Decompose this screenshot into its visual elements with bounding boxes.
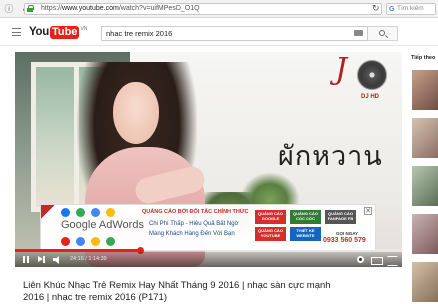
search-input[interactable]: nhac tre remix 2016: [101, 26, 368, 41]
address-bar[interactable]: https://www.youtube.com/watch?v=uifMPesD…: [24, 3, 382, 15]
up-next-sidebar: Tiếp theo: [404, 52, 438, 304]
search-query: nhac tre remix 2016: [106, 29, 173, 38]
recommended-video-thumbnail[interactable]: [412, 70, 438, 110]
play-icon: [106, 237, 115, 246]
settings-icon[interactable]: [356, 254, 365, 265]
recommended-video-thumbnail[interactable]: [412, 118, 438, 158]
up-next-label: Tiếp theo: [411, 55, 436, 61]
search-icon-handle: [384, 35, 389, 39]
pause-icon[interactable]: [23, 254, 30, 265]
ad-tile-fanpage[interactable]: QUẢNG CÁO FANPAGE FB: [325, 210, 356, 224]
close-icon[interactable]: ✕: [364, 207, 372, 215]
ad-service-icons-bottom: [61, 237, 115, 246]
video-brand-text: ผักหวาน: [278, 141, 383, 172]
youtube-icon: [61, 237, 70, 246]
google-icon: G: [389, 6, 395, 13]
ad-service-icons-top: [61, 208, 115, 217]
fullscreen-icon[interactable]: [387, 254, 398, 266]
keyboard-icon[interactable]: [354, 30, 363, 36]
next-icon[interactable]: [38, 254, 46, 265]
ad-line-1: Chi Phí Thấp - Hiệu Quả Bất Ngờ: [149, 221, 239, 227]
url-host: www.youtube.com: [62, 5, 119, 12]
ad-overlay[interactable]: ✕ Google AdWords QUẢNG CÁO BỞI ĐỐI TÁC C…: [40, 204, 376, 251]
recommended-video-thumbnail[interactable]: [412, 214, 438, 254]
google-plus-icon: [91, 208, 100, 217]
logo-tube: Tube: [49, 25, 80, 39]
drive-icon: [91, 237, 100, 246]
url-prefix: https://: [41, 5, 63, 12]
adwords-logo-text: Google AdWords: [61, 219, 144, 231]
page-root: ⓘ ‹ https://www.youtube.com/watch?v=uifM…: [0, 0, 438, 304]
time-display: 24:16 / 1:14:39: [70, 256, 107, 262]
ad-headline: QUẢNG CÁO BỞI ĐỐI TÁC CHÍNH THỨC: [142, 209, 249, 215]
ad-tile-youtube[interactable]: QUẢNG CÁO YOUTUBE: [255, 227, 286, 241]
browser-toolbar: ⓘ ‹ https://www.youtube.com/watch?v=uifM…: [0, 0, 438, 18]
theater-mode-icon[interactable]: [371, 254, 383, 265]
browser-search-placeholder: Tìm kiếm: [397, 5, 424, 12]
adwords-logo: Google AdWords: [61, 219, 144, 231]
recommended-video-thumbnail[interactable]: [412, 262, 438, 302]
vinyl-disc-icon: [357, 60, 387, 90]
ad-tile-coccoc[interactable]: QUẢNG CÁO CỐC CỐC: [290, 210, 321, 224]
lock-icon: [27, 5, 34, 12]
player-controls: 24:16 / 1:14:39: [15, 252, 402, 267]
info-icon[interactable]: ⓘ: [3, 3, 15, 15]
youtube-header: You Tube VN nhac tre remix 2016: [0, 18, 438, 46]
youtube-logo[interactable]: You Tube VN: [29, 25, 87, 39]
recommended-video-thumbnail[interactable]: [412, 166, 438, 206]
video-player[interactable]: ผักหวาน J DJ HD ✕ Google AdWords QUẢNG C…: [15, 52, 402, 267]
volume-icon[interactable]: [53, 254, 62, 265]
analytics-icon: [106, 208, 115, 217]
logo-you: You: [29, 26, 49, 38]
reload-icon[interactable]: ↻: [372, 3, 380, 14]
dj-logo-letter: J: [335, 52, 348, 87]
ad-tile-google[interactable]: QUẢNG CÁO GOOGLE: [255, 210, 286, 224]
ad-call-label: GỌI NGAY: [336, 231, 359, 236]
ad-line-2: Mang Khách Hàng Đến Với Bạn: [149, 231, 235, 237]
chrome-icon: [76, 237, 85, 246]
facebook-icon: [61, 208, 70, 217]
dj-badge: DJ HD: [361, 94, 380, 100]
logo-region: VN: [80, 26, 88, 32]
ad-tile-website[interactable]: THIẾT KẾ WEBSITE: [290, 227, 321, 241]
search-button[interactable]: [368, 26, 398, 41]
ad-ribbon: [41, 205, 55, 219]
maps-icon: [76, 208, 85, 217]
menu-icon[interactable]: [12, 28, 21, 36]
url-path: /watch?v=uifMPesD_O1Q: [118, 5, 200, 12]
video-title: Liên Khúc Nhạc Trẻ Remix Hay Nhất Tháng …: [23, 280, 331, 303]
person-face: [113, 82, 159, 144]
ad-phone-number[interactable]: 0933 560 579: [323, 237, 366, 244]
browser-search-field[interactable]: G Tìm kiếm: [386, 3, 436, 15]
